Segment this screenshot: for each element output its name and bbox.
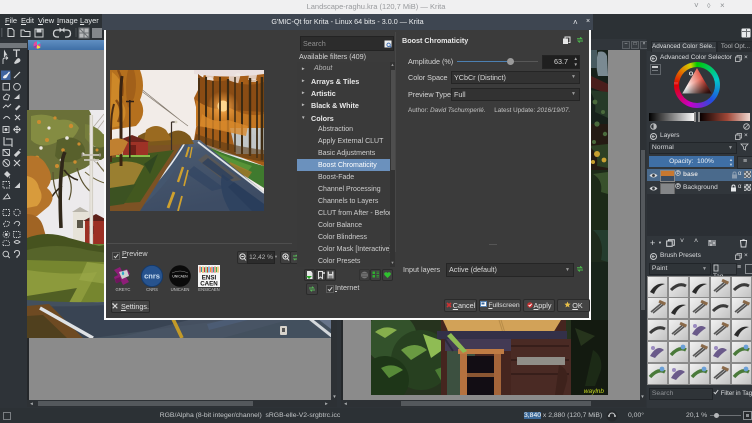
svg-text:cnrs: cnrs (144, 272, 160, 281)
svg-text:waylnb: waylnb (584, 388, 605, 395)
svg-text:UNICAEN: UNICAEN (172, 275, 188, 279)
